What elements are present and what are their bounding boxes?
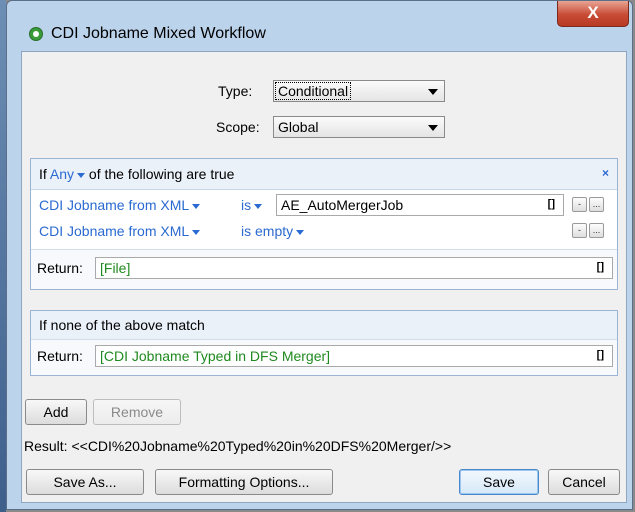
scope-select[interactable]: Global <box>273 116 445 138</box>
title-bar[interactable]: CDI Jobname Mixed Workflow X <box>7 1 632 42</box>
rule-1-remove-button[interactable]: - <box>572 197 587 212</box>
variable-picker-icon[interactable]: [] <box>597 261 604 273</box>
window-title: CDI Jobname Mixed Workflow <box>51 25 266 42</box>
remove-condition-icon[interactable]: × <box>602 166 609 180</box>
fallback-heading: If none of the above match <box>39 317 205 333</box>
cancel-button[interactable]: Cancel <box>548 469 620 495</box>
fallback-return-value: [CDI Jobname Typed in DFS Merger] <box>100 348 331 364</box>
result-text: Result: <<CDI%20Jobname%20Typed%20in%20D… <box>24 438 452 454</box>
app-icon <box>29 27 43 41</box>
condition-panel: If Any of the following are true × CDI J… <box>30 158 618 290</box>
condition-return-input[interactable]: [File] [] <box>95 257 613 279</box>
rule-1-value-input[interactable]: AE_AutoMergerJob [] <box>276 194 564 216</box>
rule-1-operator: is <box>241 197 252 213</box>
fallback-return-row: Return: [CDI Jobname Typed in DFS Merger… <box>31 339 617 375</box>
match-mode-value: Any <box>49 166 75 182</box>
scope-value: Global <box>278 119 319 135</box>
rule-2-operator-dropdown[interactable]: is empty <box>241 223 305 239</box>
rule-2-field-dropdown[interactable]: CDI Jobname from XML <box>39 223 201 239</box>
caret-down-icon <box>192 229 201 235</box>
type-select[interactable]: Conditional <box>273 80 445 102</box>
dialog-window: CDI Jobname Mixed Workflow X Type: Condi… <box>6 0 633 510</box>
rule-2-remove-button[interactable]: - <box>572 223 587 238</box>
condition-header: If Any of the following are true × <box>31 159 617 190</box>
scope-label: Scope: <box>216 119 260 135</box>
condition-return-value: [File] <box>100 260 131 276</box>
fallback-return-label: Return: <box>37 348 83 364</box>
condition-return-row: Return: [File] [] <box>31 249 617 289</box>
match-mode-dropdown[interactable]: Any <box>49 166 86 182</box>
caret-down-icon <box>77 172 86 178</box>
rule-1-value: AE_AutoMergerJob <box>281 197 404 213</box>
variable-picker-icon[interactable]: [] <box>548 198 555 210</box>
type-value: Conditional <box>274 82 352 100</box>
formatting-options-button[interactable]: Formatting Options... <box>155 469 333 495</box>
dialog-body: Type: Conditional Scope: Global If Any o… <box>21 51 627 503</box>
rule-1-more-button[interactable]: ... <box>589 197 604 212</box>
fallback-panel: If none of the above match Return: [CDI … <box>30 310 618 376</box>
chevron-down-icon <box>428 89 438 95</box>
return-label: Return: <box>37 260 83 276</box>
remove-button[interactable]: Remove <box>93 399 181 425</box>
rule-2-field: CDI Jobname from XML <box>39 223 190 239</box>
rule-2-operator: is empty <box>241 223 294 239</box>
rule-1-operator-dropdown[interactable]: is <box>241 197 263 213</box>
save-button[interactable]: Save <box>459 469 539 495</box>
fallback-return-input[interactable]: [CDI Jobname Typed in DFS Merger] [] <box>95 345 613 367</box>
rule-1-field: CDI Jobname from XML <box>39 197 190 213</box>
add-button[interactable]: Add <box>25 399 87 425</box>
caret-down-icon <box>296 229 305 235</box>
if-label: If <box>39 166 47 182</box>
caret-down-icon <box>192 203 201 209</box>
condition-description: of the following are true <box>88 166 235 182</box>
variable-picker-icon[interactable]: [] <box>597 349 604 361</box>
type-label: Type: <box>218 83 253 99</box>
chevron-down-icon <box>428 125 438 131</box>
rule-1-field-dropdown[interactable]: CDI Jobname from XML <box>39 197 201 213</box>
rule-2-more-button[interactable]: ... <box>589 223 604 238</box>
fallback-header: If none of the above match <box>31 311 617 340</box>
close-button[interactable]: X <box>557 1 629 27</box>
caret-down-icon <box>254 203 263 209</box>
save-as-button[interactable]: Save As... <box>26 469 144 495</box>
